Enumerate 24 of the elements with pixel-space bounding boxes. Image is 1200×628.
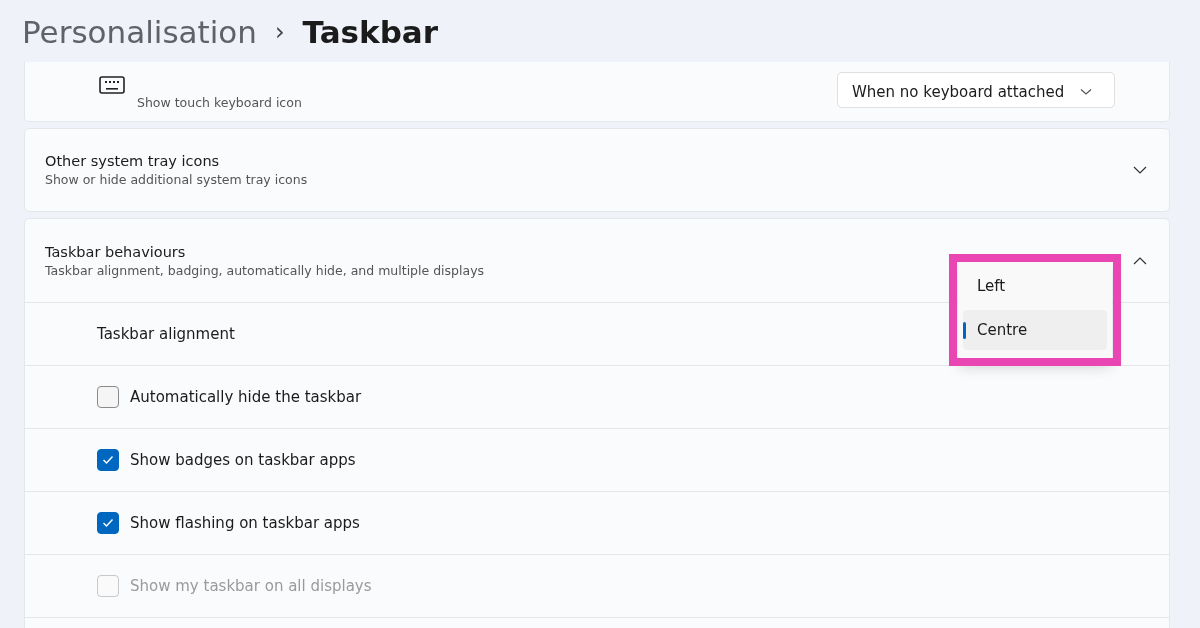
page-title: Taskbar xyxy=(302,14,439,50)
checkbox[interactable] xyxy=(97,512,119,534)
checkbox-label: Automatically hide the taskbar xyxy=(130,388,362,406)
chevron-down-icon xyxy=(1080,88,1092,96)
setting-title: Other system tray icons xyxy=(45,153,221,169)
menu-item[interactable]: Left xyxy=(963,266,1107,306)
setting-label: Taskbar alignment xyxy=(97,325,235,343)
setting-title: Taskbar behaviours xyxy=(45,243,187,260)
menu-item[interactable]: Centre xyxy=(963,310,1107,350)
tray-icons-card[interactable]: Other system tray icons Show or hide additional system tray icons xyxy=(24,128,1170,212)
setting-description: Show or hide additional system tray icons xyxy=(45,172,308,187)
checkmark-icon xyxy=(102,518,114,528)
checkbox[interactable] xyxy=(97,386,119,408)
checkbox-label: Show flashing on taskbar apps xyxy=(130,514,360,532)
checkbox[interactable] xyxy=(97,449,119,471)
breadcrumb-separator: › xyxy=(274,18,285,46)
checkbox-label: Show my taskbar on all displays xyxy=(130,577,372,595)
keyboard-icon xyxy=(99,76,125,96)
keyboard-dropdown[interactable]: When no keyboard attached xyxy=(837,72,1115,108)
breadcrumb-parent[interactable]: Personalisation xyxy=(22,14,257,50)
checkbox-label: Show badges on taskbar apps xyxy=(130,451,356,469)
setting-description: Taskbar alignment, badging, automatically hide, and multiple displays xyxy=(45,262,485,278)
checkmark-icon xyxy=(102,455,114,465)
setting-description: Show touch keyboard icon xyxy=(137,95,302,110)
